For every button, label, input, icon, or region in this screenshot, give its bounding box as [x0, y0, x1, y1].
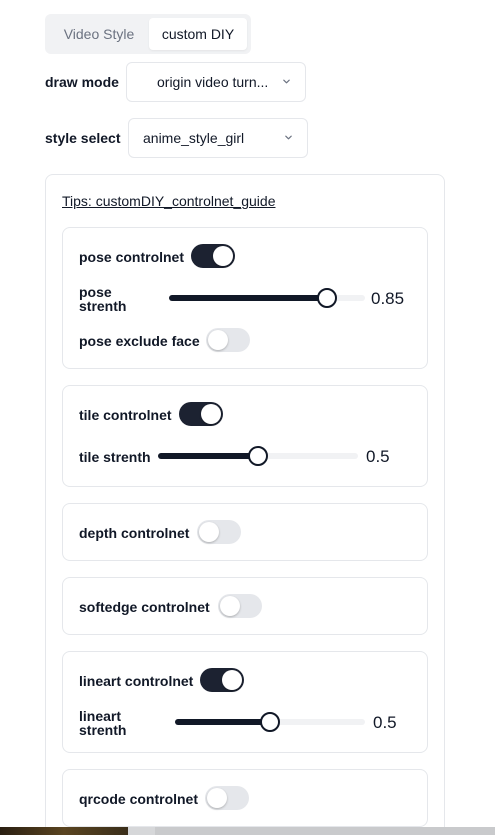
tile-controlnet-toggle[interactable] — [179, 402, 223, 426]
lineart-strength-value: 0.5 — [373, 713, 397, 732]
lineart-strength-slider[interactable] — [175, 712, 365, 732]
softedge-controlnet-toggle[interactable] — [218, 594, 262, 618]
pose-exclude-face-label: pose exclude face — [79, 333, 200, 349]
lineart-strength-slider-thumb[interactable] — [260, 712, 280, 732]
qrcode-controlnet-card: qrcode controlnet — [62, 769, 428, 827]
depth-controlnet-toggle[interactable] — [197, 520, 241, 544]
draw-mode-label: draw mode — [45, 74, 119, 90]
style-select-label: style select — [45, 130, 121, 146]
tile-controlnet-card: tile controlnet tile strenth 0.5 — [62, 385, 428, 487]
softedge-controlnet-label: softedge controlnet — [79, 599, 210, 615]
bottom-preview-strip — [0, 827, 495, 835]
mode-tabs: Video Style custom DIY — [45, 14, 251, 54]
chevron-down-icon — [283, 79, 290, 84]
depth-controlnet-card: depth controlnet — [62, 503, 428, 561]
preview-thumbnail — [0, 827, 128, 835]
depth-controlnet-label: depth controlnet — [79, 525, 190, 541]
tile-controlnet-label: tile controlnet — [79, 407, 172, 423]
lineart-controlnet-label: lineart controlnet — [79, 673, 194, 689]
pose-strength-slider[interactable] — [169, 288, 365, 308]
qrcode-controlnet-label: qrcode controlnet — [79, 791, 199, 807]
chevron-down-icon — [285, 135, 292, 140]
qrcode-controlnet-toggle[interactable] — [205, 786, 249, 810]
lineart-controlnet-card: lineart controlnet lineart strenth 0.5 — [62, 651, 428, 753]
tile-strength-slider[interactable] — [158, 446, 358, 466]
tips-link[interactable]: Tips: customDIY_controlnet_guide — [62, 193, 275, 209]
lineart-strength-label-line2: strenth — [79, 722, 127, 738]
softedge-controlnet-card: softedge controlnet — [62, 577, 428, 635]
style-select[interactable]: anime_style_girl — [128, 118, 308, 158]
tab-custom-diy[interactable]: custom DIY — [149, 18, 247, 50]
draw-mode-select[interactable]: origin video turn... — [126, 62, 306, 102]
pose-strength-label-line1: pose — [79, 284, 112, 300]
pose-exclude-face-toggle[interactable] — [206, 328, 250, 352]
tile-strength-label: tile strenth — [79, 449, 151, 465]
pose-strength-label-line2: strenth — [79, 298, 127, 314]
preview-area — [155, 827, 495, 835]
tab-video-style[interactable]: Video Style — [49, 18, 149, 50]
lineart-strength-label-line1: lineart — [79, 708, 122, 724]
draw-mode-value: origin video turn... — [157, 74, 269, 90]
tile-strength-slider-thumb[interactable] — [248, 446, 268, 466]
tile-strength-value: 0.5 — [366, 447, 390, 466]
page: Video Style custom DIY draw mode origin … — [0, 0, 495, 835]
style-select-value: anime_style_girl — [143, 130, 245, 146]
pose-controlnet-toggle[interactable] — [191, 244, 235, 268]
pose-strength-slider-thumb[interactable] — [317, 288, 337, 308]
lineart-controlnet-toggle[interactable] — [200, 668, 244, 692]
pose-controlnet-card: pose controlnet pose strenth 0.85 pose e… — [62, 227, 428, 369]
pose-controlnet-label: pose controlnet — [79, 249, 185, 265]
pose-strength-value: 0.85 — [371, 289, 405, 308]
